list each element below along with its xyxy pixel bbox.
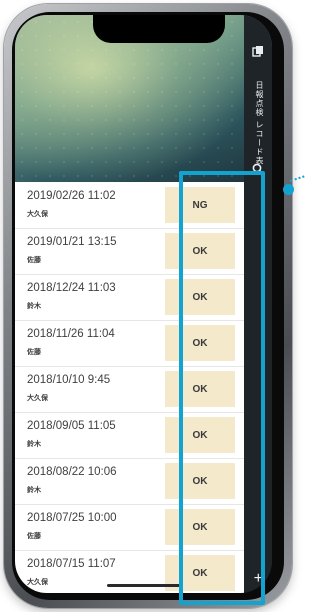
record-inspector: 佐藤 [27,257,41,264]
record-inspector: 大久保 [27,395,48,402]
app-title-vertical: 日報点検 レコード表 [255,81,264,166]
copy-icon[interactable] [252,45,264,57]
record-inspector: 大久保 [27,579,48,586]
callout-marker [283,184,294,195]
result-column-highlight [179,171,265,605]
record-inspector: 佐藤 [27,349,41,356]
record-datetime: 2019/01/21 13:15 [27,236,117,248]
record-inspector: 佐藤 [27,533,41,540]
record-datetime: 2018/11/26 11:04 [27,328,115,340]
record-datetime: 2018/07/15 11:07 [27,558,116,570]
phone-notch [93,15,225,43]
record-datetime: 2018/09/05 11:05 [27,420,116,432]
record-datetime: 2018/07/25 10:00 [27,512,117,524]
record-datetime: 2019/02/26 11:02 [27,190,116,202]
record-inspector: 鈴木 [27,487,41,494]
record-datetime: 2018/08/22 10:06 [27,466,117,478]
record-inspector: 鈴木 [27,303,41,310]
record-datetime: 2018/12/24 11:03 [27,282,116,294]
record-inspector: 大久保 [27,211,48,218]
record-inspector: 鈴木 [27,441,41,448]
home-indicator [107,584,181,587]
record-datetime: 2018/10/10 9:45 [27,374,111,386]
